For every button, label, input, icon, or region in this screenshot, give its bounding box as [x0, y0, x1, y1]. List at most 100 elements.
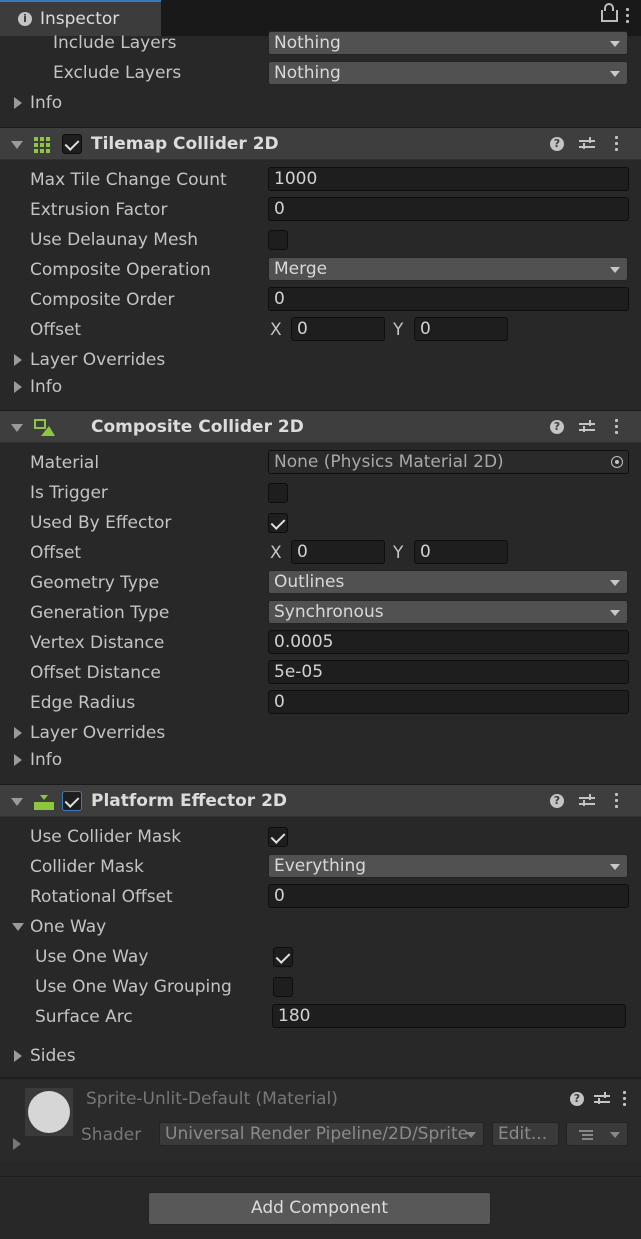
include-layers-value: Nothing — [274, 33, 341, 53]
use-collider-mask-checkbox[interactable] — [268, 827, 288, 847]
help-icon[interactable]: ? — [550, 794, 564, 808]
tilemap-info-foldout[interactable]: Info — [30, 377, 62, 397]
chevron-down-icon — [610, 71, 620, 77]
edge-radius-field[interactable]: 0 — [268, 690, 629, 714]
kebab-menu-icon[interactable] — [615, 793, 619, 811]
composite-offset-y-field[interactable]: 0 — [414, 540, 508, 564]
composite-collider-title: Composite Collider 2D — [91, 417, 304, 437]
chevron-down-icon — [610, 610, 620, 616]
tilemap-layer-overrides-foldout[interactable]: Layer Overrides — [30, 350, 165, 370]
divider — [0, 1176, 641, 1177]
presets-icon[interactable] — [579, 794, 595, 808]
foldout-right-icon[interactable] — [13, 1138, 21, 1150]
use-one-way-grouping-checkbox[interactable] — [273, 977, 293, 997]
max-tile-change-count-label: Max Tile Change Count — [30, 170, 227, 190]
help-icon[interactable]: ? — [550, 420, 564, 434]
rotational-offset-field[interactable]: 0 — [268, 884, 629, 908]
is-trigger-label: Is Trigger — [30, 483, 108, 503]
collider-mask-dropdown[interactable]: Everything — [268, 854, 628, 878]
use-one-way-checkbox[interactable] — [273, 947, 293, 967]
geometry-type-dropdown[interactable]: Outlines — [268, 570, 628, 594]
composite-operation-dropdown[interactable]: Merge — [268, 257, 628, 281]
composite-operation-label: Composite Operation — [30, 260, 211, 280]
tilemap-enabled-checkbox[interactable] — [62, 134, 82, 154]
shader-edit-label: Edit... — [498, 1124, 548, 1144]
shader-options-dropdown[interactable] — [566, 1122, 628, 1146]
offset-x-label: X — [270, 543, 282, 563]
vertex-distance-label: Vertex Distance — [30, 633, 165, 653]
collider-mask-label: Collider Mask — [30, 857, 144, 877]
extrusion-factor-label: Extrusion Factor — [30, 200, 168, 220]
help-icon[interactable]: ? — [570, 1092, 584, 1106]
include-layers-dropdown[interactable]: Nothing — [268, 31, 628, 55]
tilemap-offset-x-field[interactable]: 0 — [291, 317, 385, 341]
geometry-type-value: Outlines — [274, 572, 345, 592]
composite-collider-header[interactable]: Composite Collider 2D ? — [0, 410, 641, 443]
extrusion-factor-field[interactable]: 0 — [268, 197, 629, 221]
foldout-right-icon[interactable] — [14, 381, 22, 393]
lock-icon[interactable] — [601, 3, 618, 22]
shader-value: Universal Render Pipeline/2D/Sprite — [165, 1124, 469, 1144]
menu-icon[interactable] — [626, 8, 630, 26]
use-one-way-label: Use One Way — [35, 947, 149, 967]
composite-collider-icon — [34, 419, 55, 436]
composite-order-field[interactable]: 0 — [268, 287, 629, 311]
platform-effector-enabled-checkbox[interactable] — [62, 791, 82, 811]
material-value: None (Physics Material 2D) — [274, 452, 504, 472]
composite-layer-overrides-foldout[interactable]: Layer Overrides — [30, 723, 165, 743]
composite-offset-label: Offset — [30, 543, 82, 563]
platform-effector-title: Platform Effector 2D — [91, 791, 288, 811]
kebab-menu-icon[interactable] — [623, 1091, 627, 1109]
generation-type-dropdown[interactable]: Synchronous — [268, 600, 628, 624]
one-way-foldout[interactable]: One Way — [30, 917, 106, 937]
exclude-layers-label: Exclude Layers — [53, 63, 182, 83]
kebab-menu-icon[interactable] — [615, 136, 619, 154]
composite-info-foldout[interactable]: Info — [30, 750, 62, 770]
material-object-field[interactable]: None (Physics Material 2D) — [268, 450, 629, 474]
composite-order-label: Composite Order — [30, 290, 175, 310]
use-delaunay-mesh-checkbox[interactable] — [268, 230, 288, 250]
foldout-down-icon[interactable] — [11, 798, 23, 806]
tilemap-offset-y-field[interactable]: 0 — [414, 317, 508, 341]
divider — [0, 1077, 641, 1079]
exclude-layers-dropdown[interactable]: Nothing — [268, 61, 628, 85]
shader-dropdown[interactable]: Universal Render Pipeline/2D/Sprite — [159, 1122, 484, 1146]
collider-mask-value: Everything — [274, 856, 367, 876]
presets-icon[interactable] — [579, 420, 595, 434]
foldout-right-icon[interactable] — [14, 754, 22, 766]
help-icon[interactable]: ? — [550, 137, 564, 151]
tilemap-collider-header[interactable]: Tilemap Collider 2D ? — [0, 127, 641, 160]
object-picker-icon[interactable] — [611, 456, 623, 468]
foldout-down-icon[interactable] — [12, 923, 24, 931]
top-info-foldout[interactable]: Info — [30, 93, 62, 113]
foldout-down-icon[interactable] — [11, 424, 23, 432]
platform-effector-icon — [34, 795, 54, 810]
offset-x-label: X — [270, 320, 282, 340]
chevron-down-icon — [466, 1132, 476, 1138]
foldout-right-icon[interactable] — [14, 97, 22, 109]
kebab-menu-icon[interactable] — [615, 419, 619, 437]
used-by-effector-checkbox[interactable] — [268, 513, 288, 533]
max-tile-change-count-field[interactable]: 1000 — [268, 167, 629, 191]
chevron-down-icon — [610, 1132, 620, 1138]
add-component-button[interactable]: Add Component — [148, 1192, 491, 1225]
is-trigger-checkbox[interactable] — [268, 483, 288, 503]
tilemap-offset-label: Offset — [30, 320, 82, 340]
foldout-right-icon[interactable] — [14, 1050, 22, 1062]
shader-edit-button[interactable]: Edit... — [492, 1122, 559, 1146]
tab-inspector[interactable]: i Inspector — [0, 0, 161, 36]
material-asset-panel: Sprite-Unlit-Default (Material) ? Shader… — [0, 1080, 641, 1162]
presets-icon[interactable] — [594, 1092, 610, 1106]
vertex-distance-field[interactable]: 0.0005 — [268, 630, 629, 654]
offset-distance-field[interactable]: 5e-05 — [268, 660, 629, 684]
offset-y-label: Y — [393, 320, 404, 340]
used-by-effector-label: Used By Effector — [30, 513, 172, 533]
surface-arc-field[interactable]: 180 — [272, 1004, 626, 1028]
foldout-right-icon[interactable] — [14, 354, 22, 366]
presets-icon[interactable] — [579, 137, 595, 151]
sides-foldout[interactable]: Sides — [30, 1046, 76, 1066]
composite-offset-x-field[interactable]: 0 — [291, 540, 385, 564]
platform-effector-header[interactable]: Platform Effector 2D ? — [0, 784, 641, 817]
foldout-down-icon[interactable] — [11, 141, 23, 149]
foldout-right-icon[interactable] — [14, 727, 22, 739]
